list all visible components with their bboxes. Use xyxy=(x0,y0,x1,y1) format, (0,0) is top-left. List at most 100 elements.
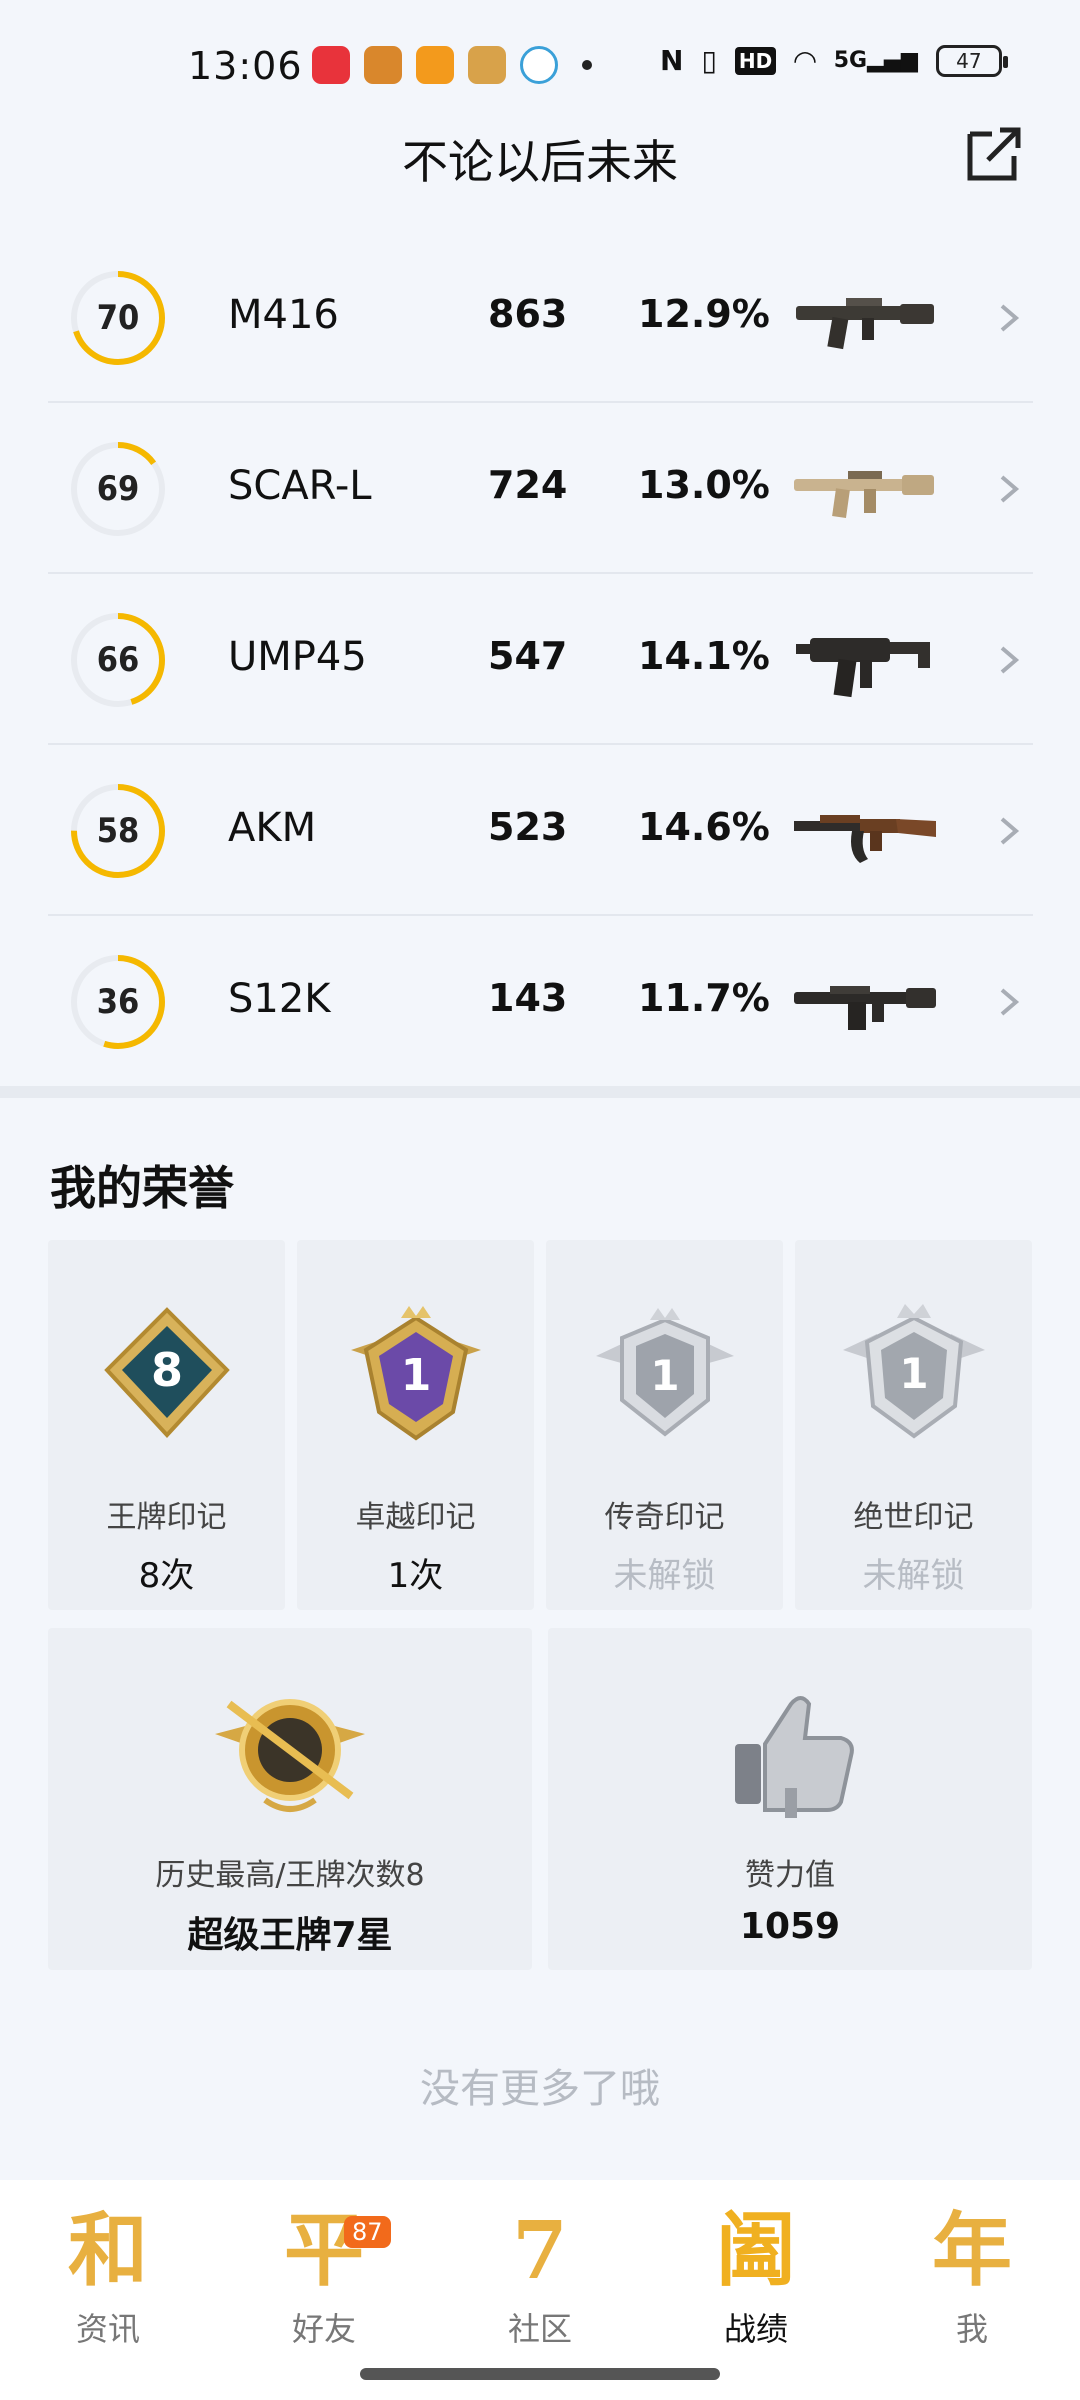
badge-value: 8次 xyxy=(138,1556,195,1596)
tab-label: 战绩 xyxy=(723,2310,788,2348)
highest-rank-card[interactable]: 历史最高/王牌次数8 超级王牌7星 xyxy=(48,1628,532,1970)
tab-community[interactable]: 7 社区 xyxy=(450,2200,630,2350)
more-notifications-dot-icon xyxy=(582,60,592,70)
weapon-score: 66 xyxy=(96,640,140,680)
weapon-row[interactable]: 70 M416 863 12.9% xyxy=(48,232,1033,403)
home-indicator[interactable] xyxy=(360,2368,720,2380)
badge-value: 未解锁 xyxy=(862,1556,965,1596)
weapon-kills: 143 xyxy=(488,976,568,1020)
weapon-row[interactable]: 69 SCAR-L 724 13.0% xyxy=(48,403,1033,574)
vibrate-icon: ▯ xyxy=(701,44,717,77)
wifi-icon: ◠ xyxy=(794,44,816,77)
weapon-name: UMP45 xyxy=(228,634,367,680)
peerless-mark-number: 1 xyxy=(899,1349,928,1398)
weapon-kills: 863 xyxy=(488,292,568,336)
chevron-right-icon xyxy=(1000,475,1020,503)
honors-title: 我的荣誉 xyxy=(50,1161,234,1215)
friends-tab-icon: 平 xyxy=(284,2203,364,2297)
badge-card-legend[interactable]: 1 传奇印记 未解锁 xyxy=(546,1240,783,1610)
tab-me[interactable]: 年 我 xyxy=(882,2200,1062,2350)
weapon-name: S12K xyxy=(228,976,331,1022)
music-app-icon xyxy=(312,46,350,84)
highest-rank-label: 历史最高/王牌次数8 xyxy=(155,1858,425,1893)
ace-mark-badge-icon: 8 xyxy=(103,1307,230,1438)
legend-mark-number: 1 xyxy=(650,1351,679,1400)
weapon-kills: 547 xyxy=(488,634,568,678)
weapon-score: 36 xyxy=(96,982,140,1022)
news-tab-icon: 和 xyxy=(68,2203,148,2297)
tab-label: 社区 xyxy=(507,2310,572,2348)
weapon-kills: 523 xyxy=(488,805,568,849)
weapon-list: 70 M416 863 12.9% 69 SCAR-L 724 13.0% 66… xyxy=(48,232,1033,1087)
community-tab-icon: 7 xyxy=(512,2203,568,2297)
chevron-right-icon xyxy=(1000,304,1020,332)
bottom-nav: 和 资讯 平 好友 87 7 社区 阖 战绩 年 我 xyxy=(0,2180,1080,2400)
weapon-rate: 14.6% xyxy=(638,805,770,849)
tab-label: 好友 xyxy=(291,2310,356,2348)
scar-l-rifle-icon xyxy=(794,471,934,518)
share-icon[interactable] xyxy=(962,120,1028,186)
tab-records[interactable]: 阖 战绩 xyxy=(666,2200,846,2350)
peerless-mark-badge-icon: 1 xyxy=(842,1304,985,1439)
m416-rifle-icon xyxy=(796,298,934,350)
weapon-name: SCAR-L xyxy=(228,463,372,509)
page-title: 不论以后未来 xyxy=(402,135,678,189)
legend-mark-badge-icon: 1 xyxy=(595,1308,734,1437)
status-time: 13:06 xyxy=(188,44,303,88)
weapon-row[interactable]: 58 AKM 523 14.6% xyxy=(48,745,1033,916)
network-type: 5G xyxy=(833,48,868,73)
weapon-kills: 724 xyxy=(488,463,568,507)
me-tab-icon: 年 xyxy=(932,2203,1012,2297)
likes-card[interactable]: 赞力值 1059 xyxy=(548,1628,1032,1970)
tab-label: 我 xyxy=(955,2310,988,2348)
weapon-rate: 14.1% xyxy=(638,634,770,678)
akm-rifle-icon xyxy=(794,815,936,863)
highest-rank-value: 超级王牌7星 xyxy=(187,1915,393,1956)
badge-label: 王牌印记 xyxy=(106,1500,227,1535)
weapon-name: M416 xyxy=(228,292,339,338)
hd-icon: HD xyxy=(734,46,777,75)
weapon-row[interactable]: 36 S12K 143 11.7% xyxy=(48,916,1033,1087)
likes-value: 1059 xyxy=(739,1906,841,1947)
tab-friends[interactable]: 平 好友 87 xyxy=(234,2200,414,2350)
status-bar: 13:06 N ▯ HD ◠ 5G▂▄▆ 47 xyxy=(0,0,1080,120)
badge-value: 1次 xyxy=(387,1556,444,1596)
notification-icons xyxy=(312,46,592,84)
excellence-mark-number: 1 xyxy=(400,1350,431,1401)
signal-icon: 5G▂▄▆ xyxy=(833,48,918,73)
thumbs-up-icon xyxy=(735,1696,854,1818)
badge-value: 未解锁 xyxy=(613,1556,716,1596)
s12k-shotgun-icon xyxy=(794,986,936,1030)
weapon-rate: 12.9% xyxy=(638,292,770,336)
badge-card-ace[interactable]: 8 王牌印记 8次 xyxy=(48,1240,285,1610)
badge-card-peerless[interactable]: 1 绝世印记 未解锁 xyxy=(795,1240,1032,1610)
weapon-rate: 13.0% xyxy=(638,463,770,507)
chevron-right-icon xyxy=(1000,646,1020,674)
likes-label: 赞力值 xyxy=(745,1858,835,1893)
chevron-right-icon xyxy=(1000,988,1020,1016)
system-icons: N ▯ HD ◠ 5G▂▄▆ 47 xyxy=(660,44,1008,77)
badge-label: 卓越印记 xyxy=(355,1500,476,1535)
ump45-smg-icon xyxy=(796,638,930,698)
taobao-app-icon xyxy=(416,46,454,84)
tab-label: 资讯 xyxy=(75,2310,140,2348)
tab-news[interactable]: 和 资讯 xyxy=(18,2200,198,2350)
badge-card-excellence[interactable]: 1 卓越印记 1次 xyxy=(297,1240,534,1610)
section-divider xyxy=(0,1086,1080,1098)
badge-label: 绝世印记 xyxy=(853,1500,974,1535)
nfc-icon: N xyxy=(660,44,684,77)
friends-count-badge: 87 xyxy=(344,2216,391,2248)
super-ace-rank-icon xyxy=(215,1699,365,1812)
end-of-list-text: 没有更多了哦 xyxy=(420,2066,660,2112)
ace-mark-number: 8 xyxy=(150,1343,182,1397)
china-mobile-icon xyxy=(520,46,558,84)
battery-icon: 47 xyxy=(935,44,1008,77)
weapon-name: AKM xyxy=(228,805,317,851)
weapon-score: 58 xyxy=(96,811,140,851)
weapon-row[interactable]: 66 UMP45 547 14.1% xyxy=(48,574,1033,745)
weapon-score: 69 xyxy=(96,469,140,509)
badge-label: 传奇印记 xyxy=(604,1500,725,1535)
weapon-rate: 11.7% xyxy=(638,976,770,1020)
records-tab-icon: 阖 xyxy=(716,2203,796,2297)
peace-elite-app-icon xyxy=(468,46,506,84)
